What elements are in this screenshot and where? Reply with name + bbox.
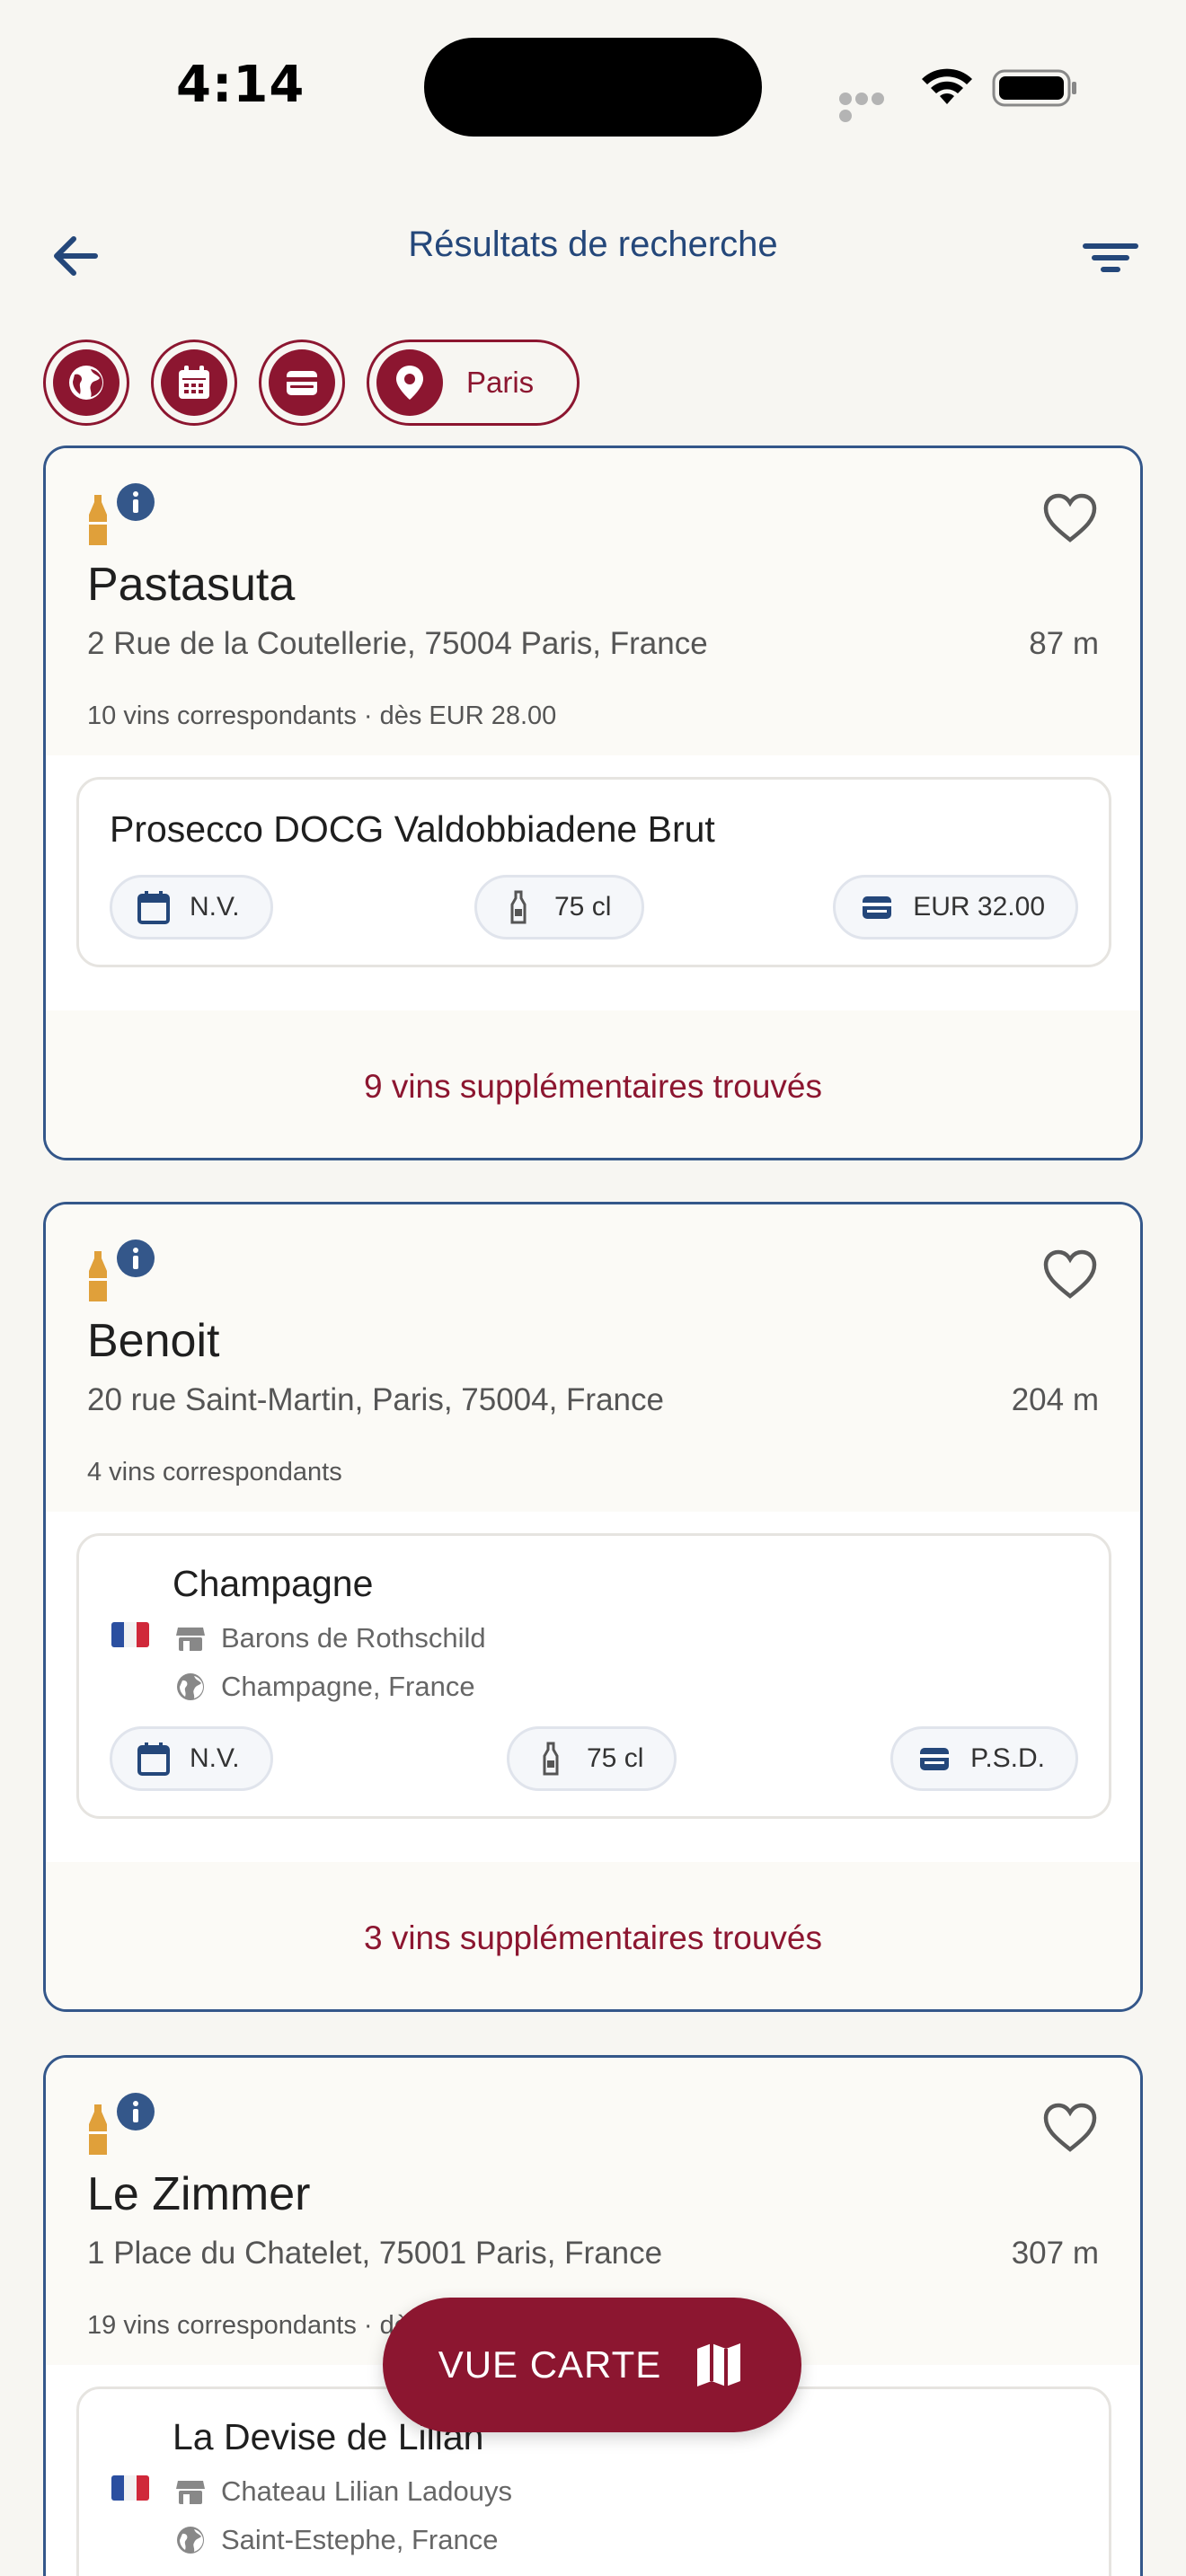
price-value: EUR 32.00 xyxy=(913,892,1045,922)
volume-value: 75 cl xyxy=(554,892,612,922)
cellular-signal-icon xyxy=(839,92,902,122)
wallet-icon xyxy=(269,349,335,416)
producer-name: Barons de Rothschild xyxy=(221,1622,486,1654)
price-filter-chip[interactable] xyxy=(259,340,345,426)
volume-pill: 75 cl xyxy=(507,1726,677,1791)
location-filter-label: Paris xyxy=(466,366,535,399)
restaurant-name[interactable]: Benoit xyxy=(87,1314,219,1368)
wine-region: Saint-Estephe, France xyxy=(174,2524,498,2556)
price-pill: EUR 32.00 xyxy=(833,875,1078,940)
map-view-button[interactable]: VUE CARTE xyxy=(383,2298,801,2432)
bottle-outline-icon xyxy=(510,890,527,924)
location-pin-icon xyxy=(376,349,443,416)
wallet-icon xyxy=(920,1748,950,1770)
wine-name: Prosecco DOCG Valdobbiadene Brut xyxy=(110,808,715,850)
location-filter-chip[interactable]: Paris xyxy=(367,340,580,426)
wine-producer: Barons de Rothschild xyxy=(174,1622,486,1654)
wallet-icon xyxy=(863,896,892,919)
calendar-icon xyxy=(137,1742,170,1776)
store-icon xyxy=(176,2481,205,2504)
wine-item[interactable]: Prosecco DOCG Valdobbiadene Brut N.V. 75… xyxy=(76,777,1111,967)
globe-icon xyxy=(177,1673,204,1700)
restaurant-distance: 87 m xyxy=(1029,626,1099,661)
globe-icon xyxy=(177,2527,204,2554)
info-icon[interactable] xyxy=(116,1239,155,1278)
dynamic-island xyxy=(424,38,762,137)
app-header: Résultats de recherche xyxy=(0,207,1186,296)
more-wines-link[interactable]: 9 vins supplémentaires trouvés xyxy=(46,1068,1140,1106)
france-flag-icon xyxy=(111,1622,149,1647)
info-icon[interactable] xyxy=(116,2092,155,2131)
vintage-filter-chip[interactable] xyxy=(151,340,237,426)
calendar-icon xyxy=(161,349,227,416)
filter-chips: Paris xyxy=(43,340,580,426)
region-filter-chip[interactable] xyxy=(43,340,129,426)
status-bar: 4:14 xyxy=(0,0,1186,171)
restaurant-address: 2 Rue de la Coutellerie, 75004 Paris, Fr… xyxy=(87,626,708,661)
restaurant-header: Pastasuta 2 Rue de la Coutellerie, 75004… xyxy=(46,448,1140,755)
bottle-icon xyxy=(89,2104,107,2155)
matching-wines-count: 4 vins correspondants xyxy=(87,1458,342,1486)
page-title: Résultats de recherche xyxy=(408,225,778,264)
volume-pill: 75 cl xyxy=(474,875,645,940)
restaurant-distance: 204 m xyxy=(1011,1382,1099,1417)
vintage-pill: N.V. xyxy=(110,875,273,940)
region-name: Champagne, France xyxy=(221,1671,475,1702)
wine-item[interactable]: Champagne Barons de Rothschild Champagne… xyxy=(76,1533,1111,1819)
price-value: P.S.D. xyxy=(970,1743,1045,1773)
price-pill: P.S.D. xyxy=(890,1726,1078,1791)
restaurant-distance: 307 m xyxy=(1011,2236,1099,2271)
map-view-label: VUE CARTE xyxy=(438,2343,662,2386)
store-icon xyxy=(176,1628,205,1651)
restaurant-address: 20 rue Saint-Martin, Paris, 75004, Franc… xyxy=(87,1382,664,1417)
bottle-icon xyxy=(89,495,107,545)
wifi-icon xyxy=(922,68,972,104)
restaurant-card[interactable]: Pastasuta 2 Rue de la Coutellerie, 75004… xyxy=(43,446,1143,1160)
calendar-icon xyxy=(137,891,170,924)
wine-name: Champagne xyxy=(173,1563,374,1604)
vintage-pill: N.V. xyxy=(110,1726,273,1791)
volume-value: 75 cl xyxy=(587,1743,644,1773)
filter-icon[interactable] xyxy=(1075,226,1146,289)
map-icon xyxy=(697,2343,741,2386)
restaurant-card[interactable]: Benoit 20 rue Saint-Martin, Paris, 75004… xyxy=(43,1202,1143,2012)
battery-icon xyxy=(992,69,1076,107)
info-icon[interactable] xyxy=(116,482,155,522)
wine-producer: Chateau Lilian Ladouys xyxy=(174,2475,512,2508)
status-time: 4:14 xyxy=(176,56,305,114)
bottle-outline-icon xyxy=(543,1742,559,1776)
restaurant-name[interactable]: Pastasuta xyxy=(87,558,295,612)
favorite-heart-icon[interactable] xyxy=(1041,2101,1099,2155)
restaurant-header: Benoit 20 rue Saint-Martin, Paris, 75004… xyxy=(46,1204,1140,1512)
restaurant-name[interactable]: Le Zimmer xyxy=(87,2167,310,2221)
globe-icon xyxy=(53,349,119,416)
more-wines-link[interactable]: 3 vins supplémentaires trouvés xyxy=(46,1919,1140,1957)
matching-wines-count: 10 vins correspondants · dès EUR 28.00 xyxy=(87,701,557,730)
bottle-icon xyxy=(89,1251,107,1301)
wine-region: Champagne, France xyxy=(174,1671,475,1703)
restaurant-address: 1 Place du Chatelet, 75001 Paris, France xyxy=(87,2236,663,2271)
region-name: Saint-Estephe, France xyxy=(221,2524,499,2555)
favorite-heart-icon[interactable] xyxy=(1041,1248,1099,1301)
producer-name: Chateau Lilian Ladouys xyxy=(221,2475,513,2507)
vintage-value: N.V. xyxy=(190,892,240,922)
france-flag-icon xyxy=(111,2475,149,2501)
favorite-heart-icon[interactable] xyxy=(1041,491,1099,545)
vintage-value: N.V. xyxy=(190,1743,240,1773)
